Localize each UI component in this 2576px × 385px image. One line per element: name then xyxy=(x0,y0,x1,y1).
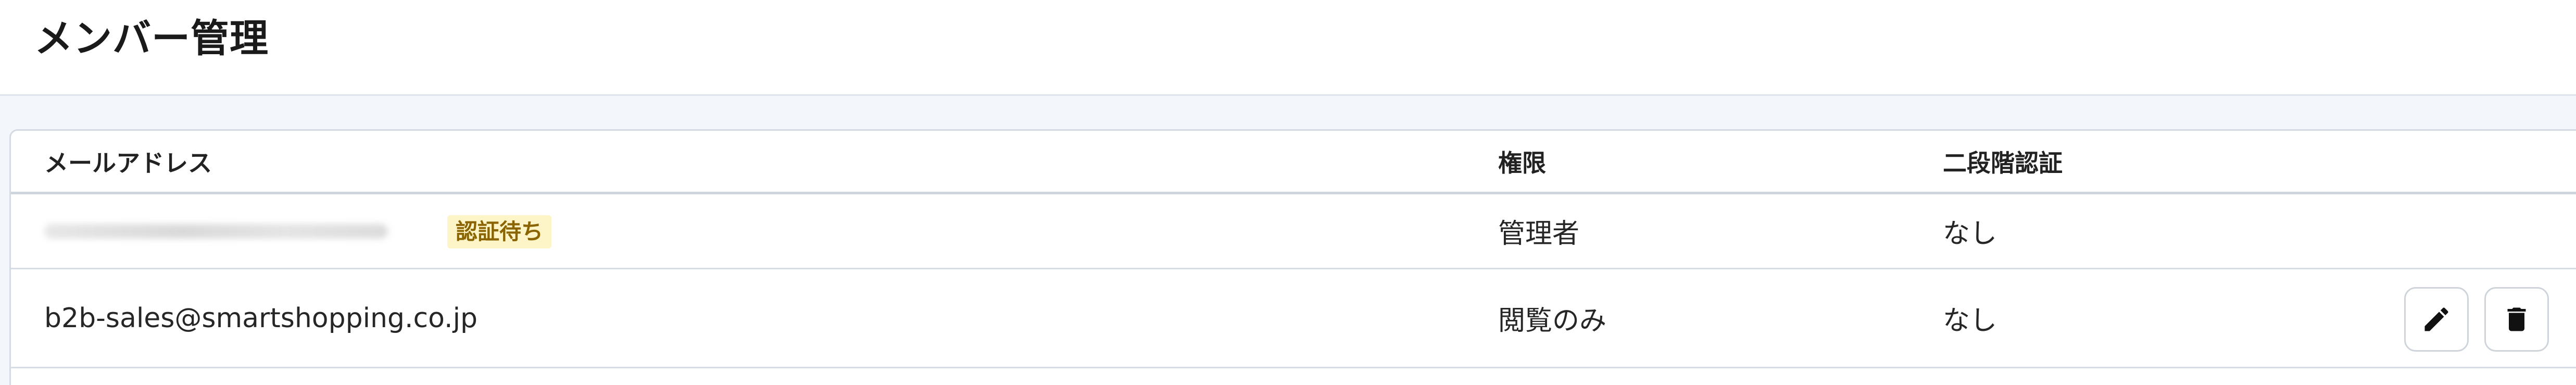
member-management-page: メンバー管理 メールアドレス 権限 二段階認証 認証待ち 管理者 なし b2b-… xyxy=(0,0,2576,385)
email-cell: b2b-sales@smartshopping.co.jp xyxy=(44,302,478,334)
edit-button[interactable] xyxy=(2404,287,2469,352)
column-header-two-factor: 二段階認証 xyxy=(1943,148,2063,177)
page-title: メンバー管理 xyxy=(34,16,269,61)
table-row: 認証待ち 管理者 なし xyxy=(11,194,2576,269)
column-header-role: 権限 xyxy=(1498,148,1546,177)
column-header-email: メールアドレス xyxy=(44,148,212,177)
email-cell-redacted xyxy=(44,194,388,268)
delete-button[interactable] xyxy=(2484,287,2549,352)
role-cell: 管理者 xyxy=(1498,218,1580,250)
two-factor-cell: なし xyxy=(1943,305,1997,337)
page-header: メンバー管理 xyxy=(0,0,2576,96)
table-row: b2b-sales@smartshopping.co.jp 閲覧のみ なし xyxy=(11,269,2576,368)
members-table: メールアドレス 権限 二段階認証 認証待ち 管理者 なし b2b-sales@s… xyxy=(9,129,2576,385)
pencil-icon xyxy=(2424,307,2448,331)
redacted-email xyxy=(44,223,388,239)
status-badge-pending-verification: 認証待ち xyxy=(447,215,552,249)
table-header-row: メールアドレス 権限 二段階認証 xyxy=(11,131,2576,194)
trash-icon xyxy=(2507,307,2526,331)
role-cell: 閲覧のみ xyxy=(1498,305,1607,337)
two-factor-cell: なし xyxy=(1943,218,1997,250)
